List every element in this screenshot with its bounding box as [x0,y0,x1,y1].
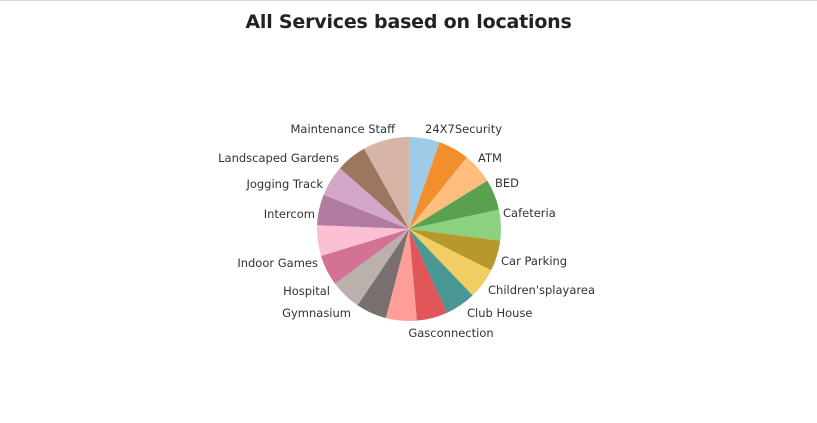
slice-label: Club House [467,306,533,320]
pie-chart: 24X7Security ATM BED Cafeteria Car Parking Ch… [218,122,595,340]
slice-label: BED [495,176,519,190]
slice-label: Gasconnection [408,326,493,340]
pie-slices [316,137,501,322]
slice-label: Car Parking [501,254,567,268]
slice-label: Cafeteria [503,206,556,220]
slice-label: Landscaped Gardens [218,151,339,165]
slice-label: 24X7Security [425,122,502,136]
slice-label: ATM [478,151,502,165]
slice-label: Gymnasium [282,306,351,320]
slice-label: Intercom [264,207,315,221]
slice-label: Children'splayarea [488,283,595,297]
slice-label: Jogging Track [245,177,323,191]
slice-label: Hospital [283,284,330,298]
slice-label: Indoor Games [237,256,318,270]
slice-label: Maintenance Staff [291,122,397,136]
